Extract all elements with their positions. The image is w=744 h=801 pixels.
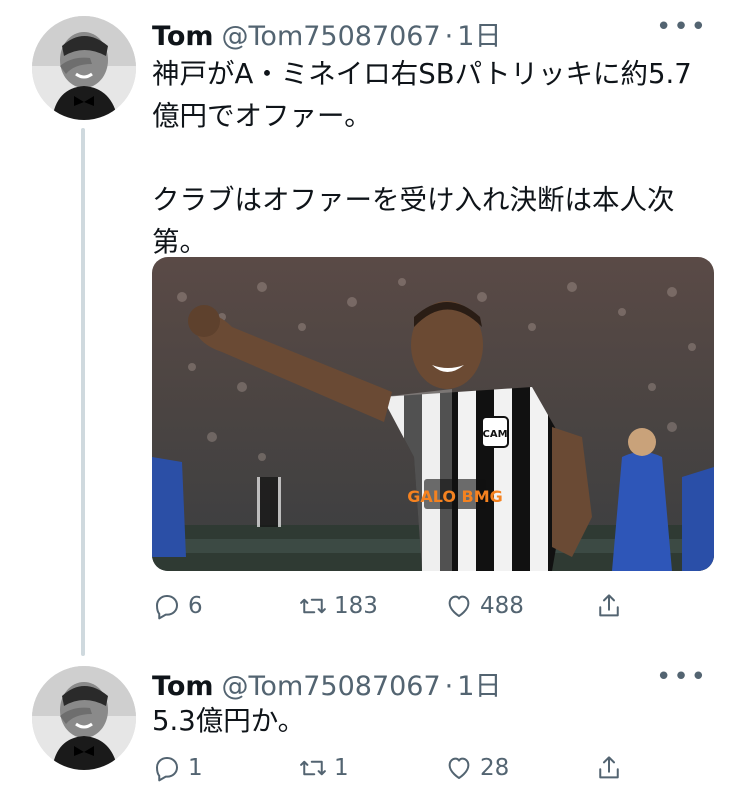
- more-icon[interactable]: •••: [656, 662, 708, 692]
- share-icon: [599, 756, 619, 779]
- tweet-header: Tom @Tom75087067 · 1日: [152, 664, 501, 703]
- retweet-icon: [300, 598, 326, 614]
- timestamp[interactable]: 1日: [457, 664, 501, 703]
- jersey-badge: CAM: [482, 429, 507, 440]
- retweet-button[interactable]: 1: [298, 750, 444, 786]
- tweet[interactable]: Tom @Tom75087067 · 1日 ••• 神戸がA・ミネイロ右SBパト…: [0, 0, 744, 656]
- heart-icon: [448, 595, 470, 617]
- share-button[interactable]: [594, 588, 634, 624]
- reply-button[interactable]: 6: [152, 588, 298, 624]
- like-count: 488: [480, 593, 524, 619]
- more-icon[interactable]: •••: [656, 12, 708, 42]
- separator-dot: ·: [444, 21, 454, 52]
- reply-icon: [156, 595, 178, 620]
- tweet-text: 5.3億円か。: [152, 705, 306, 737]
- display-name[interactable]: Tom: [152, 671, 214, 702]
- avatar[interactable]: [32, 666, 136, 770]
- avatar[interactable]: [32, 16, 136, 120]
- thread-line: [81, 128, 85, 656]
- separator-dot: ·: [444, 671, 454, 702]
- retweet-count: 1: [334, 755, 349, 781]
- reply-count: 6: [188, 593, 203, 619]
- tweet-text: 神戸がA・ミネイロ右SBパトリッキに約5.7億円でオファー。 クラブはオファーを…: [152, 58, 692, 258]
- reply-button[interactable]: 1: [152, 750, 298, 786]
- like-button[interactable]: 28: [444, 750, 594, 786]
- tweet-image[interactable]: CAM GALO BMG: [152, 257, 714, 571]
- reply-icon: [156, 757, 178, 782]
- like-count: 28: [480, 755, 510, 781]
- retweet-button[interactable]: 183: [298, 588, 444, 624]
- reply-count: 1: [188, 755, 203, 781]
- tweet-actions: 1 1 28: [152, 750, 634, 786]
- tweet-header: Tom @Tom75087067 · 1日: [152, 14, 501, 53]
- tweet-actions: 6 183 488: [152, 588, 634, 624]
- share-icon: [599, 594, 619, 617]
- user-handle[interactable]: @Tom75087067: [222, 21, 441, 52]
- jersey-sponsor: GALO BMG: [407, 487, 503, 506]
- timestamp[interactable]: 1日: [457, 14, 501, 53]
- display-name[interactable]: Tom: [152, 21, 214, 52]
- retweet-icon: [300, 760, 326, 776]
- user-handle[interactable]: @Tom75087067: [222, 671, 441, 702]
- heart-icon: [448, 757, 470, 779]
- retweet-count: 183: [334, 593, 378, 619]
- like-button[interactable]: 488: [444, 588, 594, 624]
- share-button[interactable]: [594, 750, 634, 786]
